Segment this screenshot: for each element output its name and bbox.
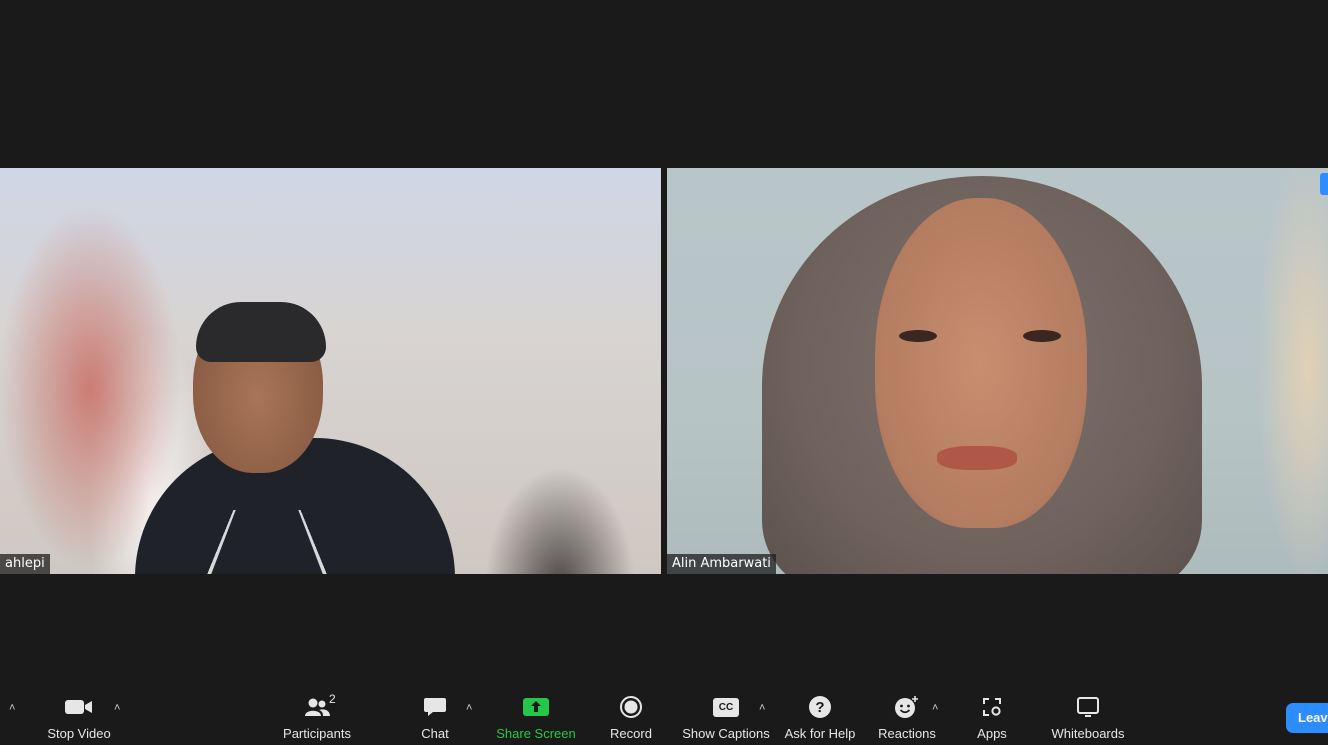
apps-button[interactable]: Apps [972,694,1012,742]
ask-for-help-label: Ask for Help [784,726,856,741]
share-screen-icon [523,694,549,720]
participant-name-tag: Alin Ambarwati [667,554,776,574]
stop-video-button[interactable]: Stop Video [44,694,114,742]
video-options-caret[interactable]: ˄ [114,702,120,714]
show-captions-label: Show Captions [682,726,770,741]
whiteboard-icon [1076,694,1100,720]
whiteboards-button[interactable]: Whiteboards [1048,694,1128,742]
record-icon [619,694,643,720]
meeting-toolbar: ˄ Stop Video ˄ 2 Participants Chat ˄ Sha… [0,690,1328,745]
svg-text:?: ? [815,699,824,716]
chat-label: Chat [421,726,449,741]
view-toggle-badge[interactable] [1320,173,1328,195]
video-tile-alin-ambarwati[interactable]: Alin Ambarwati [667,168,1328,574]
participant-name-tag: ahlepi [0,554,50,574]
captions-cc-glyph: CC [713,697,739,717]
apps-icon [981,694,1003,720]
participant-video-lips [937,446,1017,470]
help-icon: ? [808,694,832,720]
leave-button[interactable]: Leave [1286,703,1328,733]
share-screen-button[interactable]: Share Screen [496,694,576,742]
participants-label: Participants [283,726,351,741]
chat-options-caret[interactable]: ˄ [466,702,472,714]
participant-video-hair [196,302,326,362]
participants-button[interactable]: 2 Participants [282,692,352,742]
ask-for-help-button[interactable]: ? Ask for Help [783,694,857,742]
captions-icon: CC [713,694,739,720]
video-stage: ahlepi Alin Ambarwati [0,0,1328,690]
apps-label: Apps [977,726,1007,741]
audio-options-caret[interactable]: ˄ [9,702,15,714]
participant-video-eye-left [899,330,937,342]
chat-icon [423,694,447,720]
reactions-button[interactable]: Reactions [876,694,938,742]
record-button[interactable]: Record [608,694,654,742]
video-tile-ahlepi[interactable]: ahlepi [0,168,661,574]
captions-options-caret[interactable]: ˄ [759,702,765,714]
reactions-label: Reactions [878,726,936,741]
participants-icon: 2 [303,692,336,720]
whiteboards-label: Whiteboards [1051,726,1125,741]
participant-video-eye-right [1023,330,1061,342]
reactions-icon [893,694,921,720]
reactions-options-caret[interactable]: ˄ [932,702,938,714]
participants-count-badge: 2 [329,692,336,706]
stop-video-label: Stop Video [47,726,111,741]
share-screen-label: Share Screen [496,726,576,741]
chat-button[interactable]: Chat [414,694,456,742]
participant-video-face [875,198,1087,528]
video-camera-icon [64,694,94,720]
record-label: Record [610,726,652,741]
